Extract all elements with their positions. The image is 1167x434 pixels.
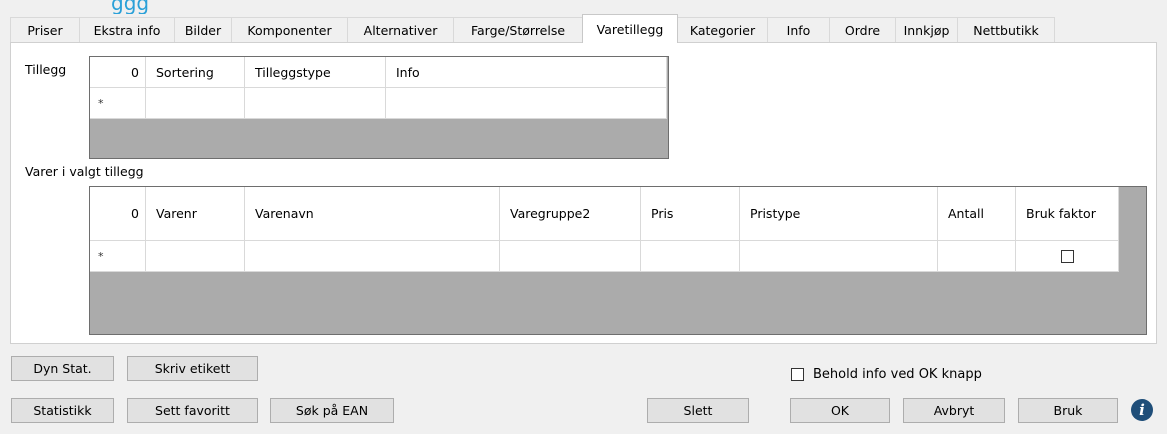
bruk-button[interactable]: Bruk — [1018, 398, 1118, 423]
tillegg-row-count: 0 — [90, 57, 146, 88]
tab-info[interactable]: Info — [767, 17, 830, 43]
tab-ordre[interactable]: Ordre — [829, 17, 896, 43]
tillegg-header-row: 0 Sortering Tilleggstype Info — [90, 57, 667, 88]
varer-column-pristype[interactable]: Pristype — [740, 187, 938, 241]
varer-label: Varer i valgt tillegg — [25, 164, 144, 179]
tillegg-cell-sortering[interactable] — [146, 88, 245, 119]
new-row-marker: * — [90, 88, 146, 119]
varer-cell-varenr[interactable] — [146, 241, 245, 272]
varer-column-varegruppe2[interactable]: Varegruppe2 — [500, 187, 641, 241]
dyn-stat-button[interactable]: Dyn Stat. — [11, 356, 114, 381]
sett-favoritt-button[interactable]: Sett favoritt — [127, 398, 258, 423]
sok-pa-ean-button[interactable]: Søk på EAN — [270, 398, 394, 423]
varer-cell-pristype[interactable] — [740, 241, 938, 272]
skriv-etikett-button[interactable]: Skriv etikett — [127, 356, 258, 381]
varer-new-row[interactable]: * — [90, 241, 1119, 272]
tab-priser[interactable]: Priser — [10, 17, 80, 43]
varer-column-varenr[interactable]: Varenr — [146, 187, 245, 241]
statistikk-button[interactable]: Statistikk — [11, 398, 114, 423]
varer-cell-antall[interactable] — [938, 241, 1016, 272]
tillegg-grid[interactable]: 0 Sortering Tilleggstype Info * — [89, 56, 669, 159]
varer-cell-varenavn[interactable] — [245, 241, 500, 272]
tab-varetillegg[interactable]: Varetillegg — [582, 14, 678, 43]
tillegg-column-sortering[interactable]: Sortering — [146, 57, 245, 88]
slett-button[interactable]: Slett — [647, 398, 749, 423]
tab-ekstra-info[interactable]: Ekstra info — [79, 17, 175, 43]
tillegg-column-tilleggstype[interactable]: Tilleggstype — [245, 57, 386, 88]
window-title-strip: ggg — [0, 0, 1167, 14]
ok-button[interactable]: OK — [790, 398, 890, 423]
varer-cell-bruk-faktor[interactable] — [1016, 241, 1119, 272]
tab-kategorier[interactable]: Kategorier — [677, 17, 768, 43]
behold-info-label: Behold info ved OK knapp — [813, 367, 982, 382]
tab-farge-storrelse[interactable]: Farge/Størrelse — [453, 17, 583, 43]
tab-alternativer[interactable]: Alternativer — [347, 17, 454, 43]
tillegg-label: Tillegg — [25, 62, 67, 77]
tillegg-new-row[interactable]: * — [90, 88, 667, 119]
behold-info-checkbox[interactable]: Behold info ved OK knapp — [791, 367, 982, 382]
varer-cell-varegruppe2[interactable] — [500, 241, 641, 272]
window-title-fragment: ggg — [111, 0, 150, 14]
info-icon[interactable]: i — [1131, 399, 1153, 421]
bruk-faktor-checkbox[interactable] — [1060, 249, 1074, 263]
varer-row-count: 0 — [90, 187, 146, 241]
tillegg-cell-info[interactable] — [386, 88, 667, 119]
varer-column-bruk-faktor[interactable]: Bruk faktor — [1016, 187, 1119, 241]
behold-info-checkbox-box[interactable] — [791, 368, 804, 381]
varer-column-pris[interactable]: Pris — [641, 187, 740, 241]
varer-grid[interactable]: 0 Varenr Varenavn Varegruppe2 Pris Prist… — [89, 186, 1147, 335]
varer-column-antall[interactable]: Antall — [938, 187, 1016, 241]
avbryt-button[interactable]: Avbryt — [903, 398, 1005, 423]
tab-bilder[interactable]: Bilder — [174, 17, 232, 43]
tab-innkjop[interactable]: Innkjøp — [895, 17, 958, 43]
tab-nettbutikk[interactable]: Nettbutikk — [957, 17, 1055, 43]
varer-cell-pris[interactable] — [641, 241, 740, 272]
new-row-marker: * — [90, 241, 146, 272]
tab-bar: Priser Ekstra info Bilder Komponenter Al… — [10, 14, 1055, 43]
tillegg-column-info[interactable]: Info — [386, 57, 667, 88]
varer-column-varenavn[interactable]: Varenavn — [245, 187, 500, 241]
varer-header-row: 0 Varenr Varenavn Varegruppe2 Pris Prist… — [90, 187, 1119, 241]
tab-komponenter[interactable]: Komponenter — [231, 17, 348, 43]
tillegg-cell-tilleggstype[interactable] — [245, 88, 386, 119]
